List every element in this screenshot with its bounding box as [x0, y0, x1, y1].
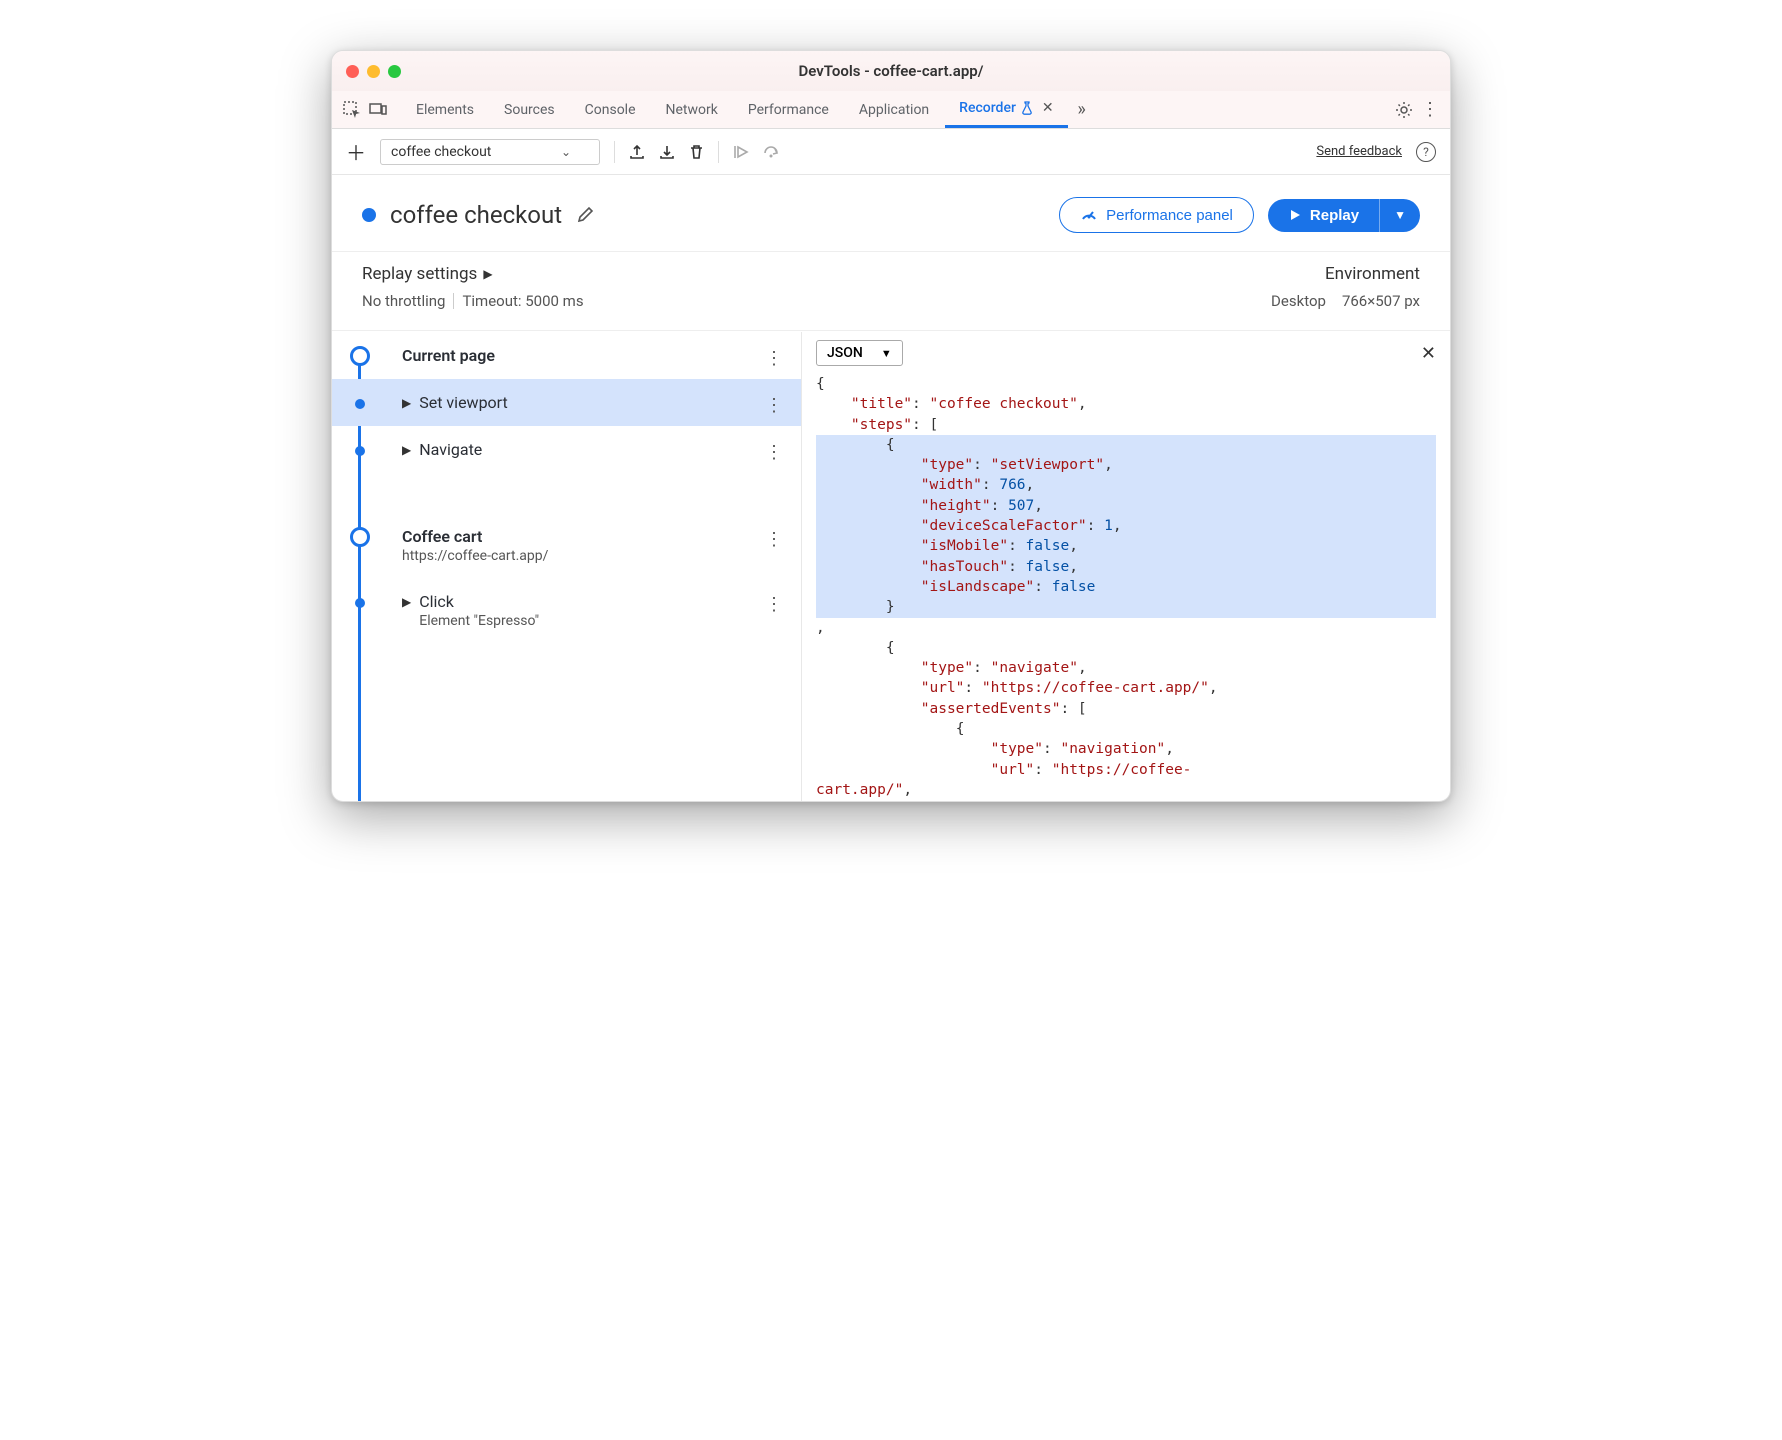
tab-recorder-label: Recorder	[959, 100, 1016, 116]
kebab-menu-icon[interactable]: ⋮	[1418, 99, 1442, 120]
recording-title: coffee checkout	[390, 201, 562, 229]
performance-panel-label: Performance panel	[1106, 207, 1233, 224]
step-over-icon[interactable]	[763, 145, 781, 159]
recording-select[interactable]: coffee checkout ⌄	[380, 139, 600, 165]
section-title: Coffee cart	[402, 527, 548, 546]
timeline-marker-icon	[350, 346, 370, 366]
export-icon[interactable]	[629, 144, 645, 160]
chevron-right-icon: ▶	[483, 267, 492, 281]
tab-network[interactable]: Network	[652, 91, 732, 128]
recorder-toolbar: ＋ coffee checkout ⌄ Send feedback ?	[332, 129, 1450, 175]
maximize-window-button[interactable]	[388, 65, 401, 78]
code-view[interactable]: { "title": "coffee checkout", "steps": […	[802, 374, 1450, 801]
expand-icon: ▶	[402, 396, 411, 410]
recording-select-label: coffee checkout	[391, 144, 491, 160]
replay-button-label: Replay	[1310, 207, 1359, 224]
separator	[453, 293, 454, 309]
timeout-value: Timeout: 5000 ms	[462, 292, 583, 310]
environment-viewport: 766×507 px	[1342, 292, 1420, 310]
devtools-tabbar: Elements Sources Console Network Perform…	[332, 91, 1450, 129]
devtools-window: DevTools - coffee-cart.app/ Elements Sou…	[331, 50, 1451, 802]
close-tab-icon[interactable]: ✕	[1042, 100, 1054, 116]
experiment-icon	[1020, 101, 1034, 115]
expand-icon: ▶	[402, 443, 411, 457]
expand-icon: ▶	[402, 595, 411, 609]
device-mode-icon[interactable]	[366, 103, 390, 117]
separator	[614, 141, 615, 163]
timeline-marker-icon	[350, 527, 370, 547]
play-pause-icon[interactable]	[733, 144, 749, 160]
gauge-icon	[1080, 206, 1098, 224]
step-label: Click	[419, 592, 539, 611]
replay-button-group: Replay ▼	[1268, 199, 1420, 232]
section-subtitle: https://coffee-cart.app/	[402, 548, 548, 564]
timeline-marker-icon	[355, 399, 365, 409]
chevron-down-icon: ⌄	[561, 145, 571, 159]
environment-device: Desktop	[1271, 292, 1326, 310]
separator	[718, 141, 719, 163]
timeline-section[interactable]: Current page ⋮	[332, 332, 801, 379]
step-label: Navigate	[419, 440, 482, 459]
titlebar: DevTools - coffee-cart.app/	[332, 51, 1450, 91]
close-code-panel-icon[interactable]: ✕	[1421, 343, 1436, 364]
tab-performance[interactable]: Performance	[734, 91, 843, 128]
step-menu-icon[interactable]: ⋮	[765, 529, 783, 550]
step-menu-icon[interactable]: ⋮	[765, 594, 783, 615]
timeline-marker-icon	[355, 598, 365, 608]
minimize-window-button[interactable]	[367, 65, 380, 78]
new-recording-button[interactable]: ＋	[346, 137, 366, 166]
play-icon	[1288, 208, 1302, 222]
replay-button[interactable]: Replay	[1268, 199, 1379, 232]
tab-application[interactable]: Application	[845, 91, 943, 128]
step-sublabel: Element "Espresso"	[419, 613, 539, 629]
traffic-lights	[346, 65, 401, 78]
help-icon[interactable]: ?	[1416, 142, 1436, 162]
step-menu-icon[interactable]: ⋮	[765, 395, 783, 416]
delete-icon[interactable]	[689, 144, 704, 160]
timeline-section[interactable]: Coffee cart https://coffee-cart.app/ ⋮	[332, 513, 801, 578]
tab-elements[interactable]: Elements	[402, 91, 488, 128]
tab-sources[interactable]: Sources	[490, 91, 569, 128]
step-menu-icon[interactable]: ⋮	[765, 442, 783, 463]
import-icon[interactable]	[659, 144, 675, 160]
code-panel: JSON ▼ ✕ { "title": "coffee checkout", "…	[802, 332, 1450, 801]
inspect-icon[interactable]	[340, 101, 364, 119]
timeline-step-navigate[interactable]: ▶ Navigate ⋮	[332, 426, 801, 473]
tab-recorder[interactable]: Recorder ✕	[945, 91, 1067, 128]
environment-label: Environment	[1271, 264, 1420, 284]
settings-gear-icon[interactable]	[1392, 101, 1416, 119]
recording-header: coffee checkout Performance panel Replay…	[332, 175, 1450, 252]
window-title: DevTools - coffee-cart.app/	[799, 62, 984, 80]
steps-timeline: Current page ⋮ ▶ Set viewport ⋮ ▶ Naviga…	[332, 332, 802, 801]
replay-settings-toggle[interactable]: Replay settings ▶	[362, 264, 1271, 284]
more-tabs-icon[interactable]: »	[1070, 99, 1094, 120]
settings-row: Replay settings ▶ No throttling Timeout:…	[332, 252, 1450, 331]
throttling-value: No throttling	[362, 292, 445, 310]
section-title: Current page	[402, 346, 495, 365]
timeline-marker-icon	[355, 446, 365, 456]
edit-title-icon[interactable]	[576, 206, 594, 224]
close-window-button[interactable]	[346, 65, 359, 78]
format-select-label: JSON	[827, 345, 863, 361]
replay-dropdown-button[interactable]: ▼	[1379, 199, 1420, 232]
step-label: Set viewport	[419, 393, 508, 412]
replay-settings-label: Replay settings	[362, 264, 477, 284]
format-select[interactable]: JSON ▼	[816, 340, 903, 366]
timeline-step-click[interactable]: ▶ Click Element "Espresso" ⋮	[332, 578, 801, 643]
chevron-down-icon: ▼	[881, 347, 892, 360]
timeline-step-viewport[interactable]: ▶ Set viewport ⋮	[332, 379, 801, 426]
recording-status-dot	[362, 208, 376, 222]
send-feedback-link[interactable]: Send feedback	[1316, 144, 1402, 159]
main-content: Current page ⋮ ▶ Set viewport ⋮ ▶ Naviga…	[332, 331, 1450, 801]
tab-console[interactable]: Console	[571, 91, 650, 128]
performance-panel-button[interactable]: Performance panel	[1059, 197, 1254, 233]
step-menu-icon[interactable]: ⋮	[765, 348, 783, 369]
